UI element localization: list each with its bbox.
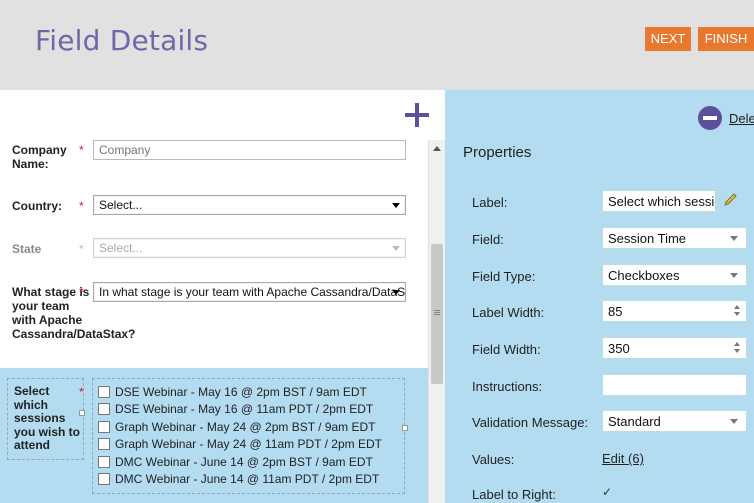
chevron-down-icon [730,273,738,278]
prop-validation-label: Validation Message: [472,415,589,430]
field-type-select-value: Checkboxes [608,268,680,283]
next-button[interactable]: NEXT [645,27,691,51]
chevron-down-icon [392,246,400,251]
session-option-label: DMC Webinar - June 14 @ 2pm BST / 9am ED… [115,455,373,469]
page-title: Field Details [35,24,209,57]
scroll-up-arrow-icon[interactable] [433,146,441,151]
label-to-right-checkbox[interactable]: ✓ [602,486,615,499]
prop-instructions-label: Instructions: [472,379,543,394]
delete-link[interactable]: Delete [729,111,754,126]
prop-label-right-label: Label to Right: [472,487,556,502]
state-select[interactable]: Select... [93,238,406,258]
state-label: State [12,242,42,256]
add-field-icon[interactable] [405,103,429,127]
chevron-down-icon [730,236,738,241]
instructions-input[interactable] [602,374,747,396]
prop-values-label: Values: [472,452,515,467]
spin-down-icon[interactable] [734,349,740,353]
prop-field-type-label: Field Type: [472,269,536,284]
edit-values-link[interactable]: Edit (6) [602,451,644,466]
resize-handle-right[interactable] [402,425,408,431]
field-select-value: Session Time [608,231,687,246]
state-select-value: Select... [99,241,143,255]
checkbox[interactable] [98,403,110,415]
checkbox[interactable] [98,438,110,450]
session-option[interactable]: DMC Webinar - June 14 @ 11am PDT / 2pm E… [98,472,379,486]
field-width-value: 350 [608,341,630,356]
session-option[interactable]: DMC Webinar - June 14 @ 2pm BST / 9am ED… [98,455,373,469]
prop-field-label: Field: [472,232,504,247]
grip-icon [434,310,440,311]
session-option-label: Graph Webinar - May 24 @ 11am PDT / 2pm … [115,437,382,451]
label-input[interactable]: Select which sessions you wish to attend [602,190,716,212]
field-width-stepper[interactable]: 350 [602,337,747,359]
properties-title: Properties [463,144,532,161]
field-select[interactable]: Session Time [602,227,747,249]
form-scrollbar[interactable] [428,140,445,503]
chevron-down-icon [392,203,400,208]
prop-label-width-label: Label Width: [472,305,545,320]
required-marker: * [79,199,84,213]
chevron-down-icon [730,419,738,424]
country-label: Country: [12,199,62,213]
checkbox[interactable] [98,386,110,398]
spin-up-icon[interactable] [734,305,740,309]
checkbox[interactable] [98,421,110,433]
session-option[interactable]: Graph Webinar - May 24 @ 11am PDT / 2pm … [98,437,382,451]
validation-select-value: Standard [608,414,661,429]
company-name-label: Company Name: [12,143,67,171]
required-marker: * [79,385,84,399]
required-marker: * [79,285,84,299]
session-option-label: DMC Webinar - June 14 @ 11am PDT / 2pm E… [115,472,380,486]
country-select[interactable]: Select... [93,195,406,215]
prop-label-label: Label: [472,195,508,210]
session-option[interactable]: Graph Webinar - May 24 @ 2pm BST / 9am E… [98,420,376,434]
resize-handle-left[interactable] [79,410,85,416]
pencil-icon[interactable] [722,192,738,208]
stage-select-value: In what stage is your team with Apache C… [99,285,406,299]
spin-down-icon[interactable] [734,312,740,316]
delete-icon[interactable] [698,106,722,130]
header-bar: Field Details NEXT FINISH [0,0,754,90]
chevron-down-icon [392,290,400,295]
session-option-label: DSE Webinar - May 16 @ 11am PDT / 2pm ED… [115,402,374,416]
required-marker: * [79,242,84,256]
checkbox[interactable] [98,473,110,485]
session-option-label: DSE Webinar - May 16 @ 2pm BST / 9am EDT [115,385,367,399]
company-name-input[interactable] [93,140,406,160]
prop-field-width-label: Field Width: [472,342,541,357]
label-width-stepper[interactable]: 85 [602,300,747,322]
country-select-value: Select... [99,198,143,212]
checkbox[interactable] [98,456,110,468]
session-option[interactable]: DSE Webinar - May 16 @ 11am PDT / 2pm ED… [98,402,373,416]
scrollbar-thumb[interactable] [431,244,443,384]
sessions-label: Select which sessions you wish to attend [14,384,80,452]
finish-button[interactable]: FINISH [698,27,754,51]
spin-up-icon[interactable] [734,342,740,346]
label-width-value: 85 [608,304,623,319]
required-marker: * [79,143,84,157]
session-option-label: Graph Webinar - May 24 @ 2pm BST / 9am E… [115,420,376,434]
field-type-select[interactable]: Checkboxes [602,264,747,286]
stage-select[interactable]: In what stage is your team with Apache C… [93,282,406,302]
session-option[interactable]: DSE Webinar - May 16 @ 2pm BST / 9am EDT [98,385,367,399]
validation-select[interactable]: Standard [602,410,747,432]
